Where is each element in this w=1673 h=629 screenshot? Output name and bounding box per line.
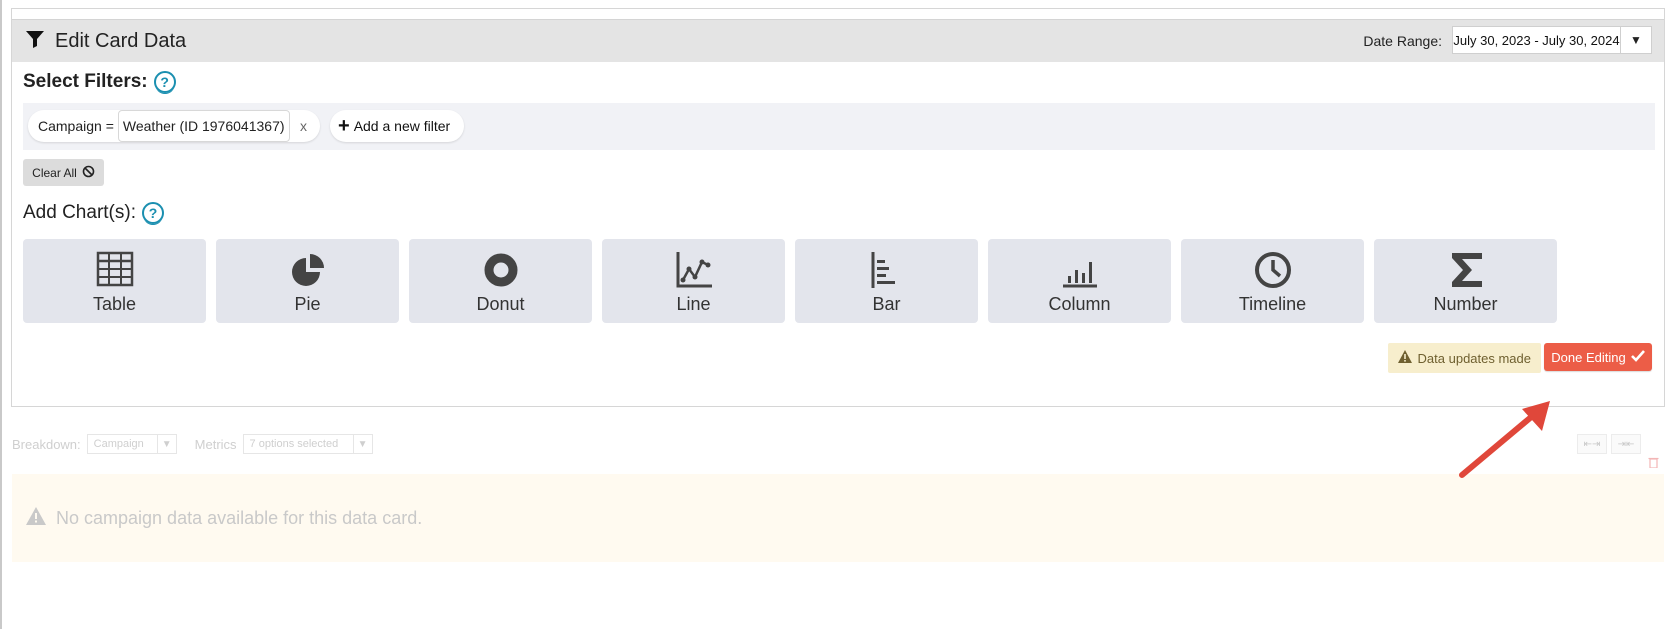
- chart-tile-bar[interactable]: Bar: [795, 239, 978, 323]
- card-title-text: Edit Card Data: [55, 30, 187, 52]
- warning-icon: [26, 506, 46, 530]
- pie-chart-icon: [291, 253, 324, 286]
- date-range-value: July 30, 2023 - July 30, 2024: [1453, 32, 1620, 48]
- chart-tile-label: Line: [676, 293, 711, 314]
- chart-tile-label: Donut: [476, 293, 525, 314]
- warning-icon: [1397, 350, 1412, 366]
- chart-tile-pie[interactable]: Pie: [216, 239, 399, 323]
- charts-help-icon[interactable]: ?: [141, 202, 164, 224]
- chart-tile-table[interactable]: Table: [23, 239, 206, 323]
- date-range-select[interactable]: July 30, 2023 - July 30, 2024 ▼: [1452, 26, 1652, 54]
- filter-value-field[interactable]: Weather (ID 1976041367): [117, 110, 290, 142]
- trash-icon[interactable]: [1648, 455, 1659, 473]
- date-range-label: Date Range:: [1363, 33, 1442, 49]
- add-filter-button[interactable]: + Add a new filter: [330, 110, 465, 142]
- chart-tile-label: Bar: [872, 293, 901, 314]
- chart-tile-timeline[interactable]: Timeline: [1181, 239, 1364, 323]
- breakdown-label: Breakdown:: [12, 436, 81, 452]
- window-left-border: [0, 0, 2, 629]
- filter-funnel-icon: [25, 29, 45, 54]
- chart-tile-label: Number: [1433, 293, 1498, 314]
- filter-chip[interactable]: Campaign = Weather (ID 1976041367) x: [28, 110, 320, 142]
- filter-bar: Campaign = Weather (ID 1976041367) x + A…: [23, 103, 1655, 150]
- empty-data-notice: No campaign data available for this data…: [12, 474, 1664, 562]
- breakdown-select[interactable]: Campaign ▼: [86, 434, 177, 454]
- dropdown-arrow-icon: ▼: [156, 435, 176, 453]
- chart-tile-donut[interactable]: Donut: [409, 239, 592, 323]
- annotation-arrow-icon: [1459, 401, 1550, 478]
- line-chart-icon: [676, 251, 712, 287]
- chart-tile-column[interactable]: Column: [988, 239, 1171, 323]
- chart-tile-label: Pie: [294, 293, 321, 314]
- edit-card-panel: Edit Card Data Date Range: July 30, 2023…: [11, 8, 1665, 407]
- breakdown-metrics-row: Breakdown: Campaign ▼ Metrics 7 options …: [12, 434, 373, 454]
- breakdown-value: Campaign: [93, 438, 144, 450]
- add-charts-title: Add Chart(s):: [23, 202, 136, 223]
- chart-type-tiles: Table Pie Donut Line Bar Column Timeline…: [23, 239, 1557, 323]
- add-filter-label: Add a new filter: [353, 118, 451, 134]
- chart-tile-label: Column: [1048, 293, 1111, 314]
- column-width-controls: ⇤⇥ ⇥⇤: [1577, 434, 1641, 454]
- metrics-label: Metrics: [194, 436, 237, 452]
- card-header: Edit Card Data Date Range: July 30, 2023…: [12, 19, 1664, 62]
- card-title: Edit Card Data: [25, 29, 186, 54]
- done-editing-button[interactable]: Done Editing: [1544, 343, 1652, 371]
- sigma-icon: [1451, 252, 1482, 287]
- clock-icon: [1254, 251, 1291, 288]
- filters-help-icon[interactable]: ?: [153, 71, 176, 93]
- chart-tile-label: Timeline: [1238, 293, 1307, 314]
- bar-chart-icon: [871, 251, 895, 288]
- plus-icon: +: [338, 115, 350, 137]
- column-chart-icon: [1062, 261, 1097, 287]
- select-filters-title: Select Filters:: [23, 71, 148, 92]
- remove-filter-button[interactable]: x: [290, 118, 318, 134]
- data-updates-notice: Data updates made: [1387, 343, 1541, 373]
- metrics-value: 7 options selected: [249, 438, 339, 450]
- expand-width-icon[interactable]: ⇤⇥: [1577, 434, 1607, 454]
- dropdown-arrow-icon[interactable]: ▼: [1620, 27, 1651, 53]
- add-charts-heading: Add Chart(s): ?: [23, 202, 164, 224]
- filter-field-label: Campaign =: [38, 118, 114, 134]
- clear-all-button[interactable]: Clear All: [23, 159, 104, 186]
- metrics-select[interactable]: 7 options selected ▼: [242, 434, 373, 454]
- dropdown-arrow-icon: ▼: [352, 435, 372, 453]
- empty-data-text: No campaign data available for this data…: [56, 507, 423, 528]
- ban-icon: [82, 165, 95, 181]
- chart-tile-number[interactable]: Number: [1374, 239, 1557, 323]
- shrink-width-icon[interactable]: ⇥⇤: [1611, 434, 1641, 454]
- clear-all-label: Clear All: [32, 165, 77, 180]
- chart-tile-line[interactable]: Line: [602, 239, 785, 323]
- table-icon: [96, 251, 133, 286]
- done-editing-label: Done Editing: [1551, 349, 1626, 365]
- chart-tile-label: Table: [92, 293, 137, 314]
- data-updates-text: Data updates made: [1417, 350, 1531, 366]
- checkmark-icon: [1630, 349, 1645, 365]
- select-filters-heading: Select Filters: ?: [23, 71, 176, 93]
- donut-chart-icon: [484, 253, 517, 286]
